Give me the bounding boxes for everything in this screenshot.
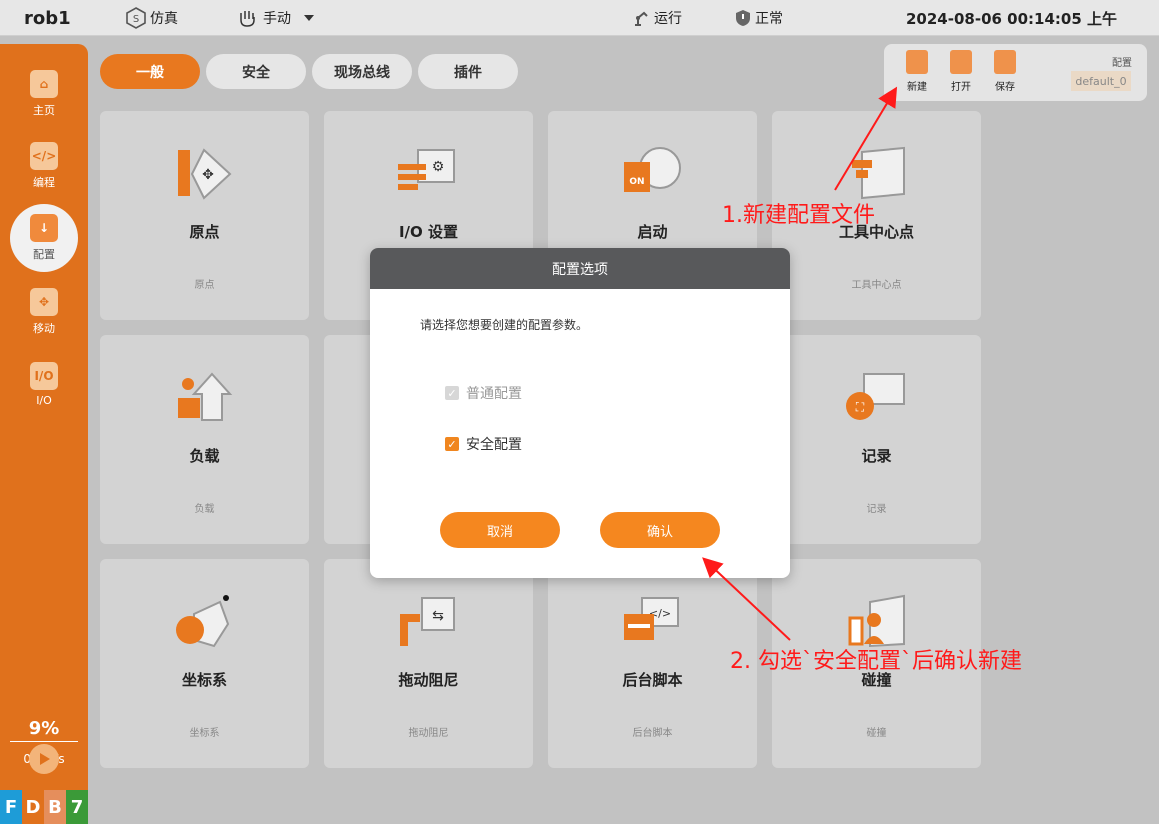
annotation-step1: 1.新建配置文件 xyxy=(722,203,875,228)
annotation-arrows xyxy=(702,86,898,641)
annotation-step2: 2. 勾选`安全配置`后确认新建 xyxy=(730,649,1022,674)
